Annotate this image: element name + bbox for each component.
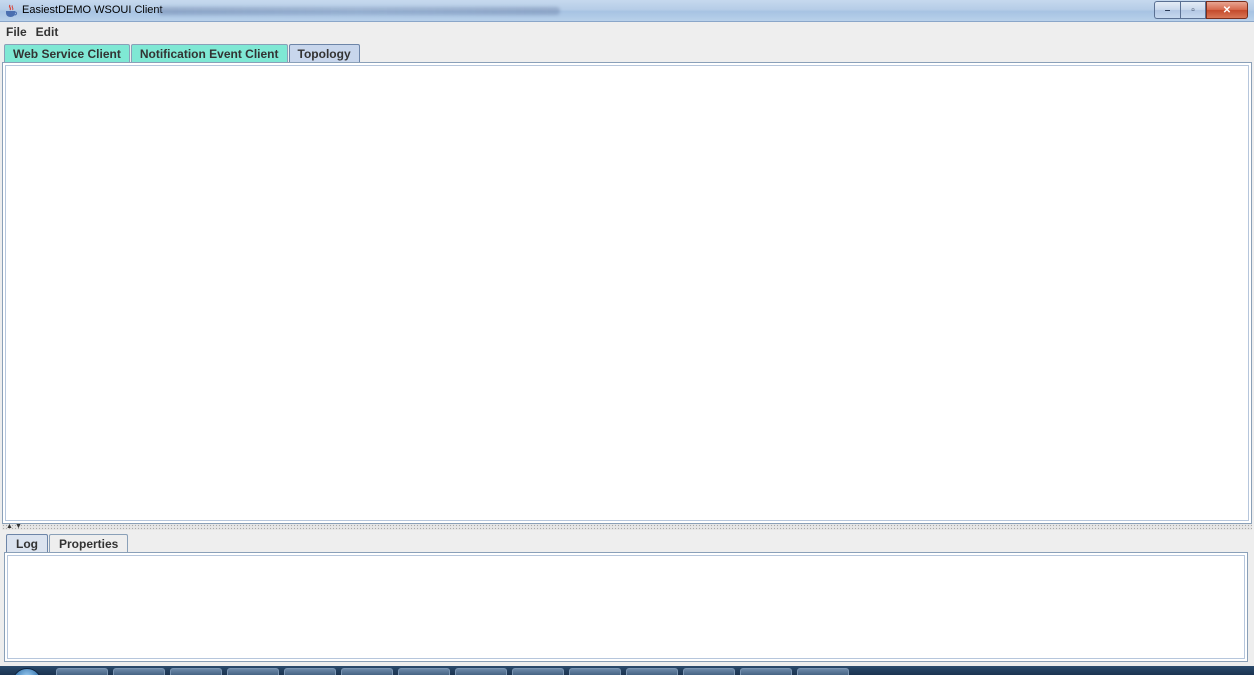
restore-icon[interactable]: ▫ [1180,1,1206,19]
topology-content-area [5,65,1249,521]
tab-topology[interactable]: Topology [288,44,360,62]
topology-panel [2,62,1252,524]
bottom-tab-strip: Log Properties [6,534,129,552]
log-panel [4,552,1248,662]
window-controls: – ▫ ✕ [1154,1,1248,19]
menu-edit[interactable]: Edit [36,25,59,39]
menu-bar: File Edit [0,22,1254,41]
taskbar-button[interactable] [626,668,678,675]
taskbar-button[interactable] [512,668,564,675]
close-glyph: ✕ [1222,4,1232,16]
taskbar-button[interactable] [227,668,279,675]
os-taskbar [0,666,1254,675]
tab-notification-event-client[interactable]: Notification Event Client [130,44,288,62]
taskbar-button[interactable] [569,668,621,675]
expand-down-icon[interactable]: ▼ [15,523,22,530]
close-icon[interactable]: ✕ [1206,1,1248,19]
taskbar-button[interactable] [341,668,393,675]
restore-glyph: ▫ [1191,4,1195,16]
tab-web-service-client[interactable]: Web Service Client [4,44,130,62]
taskbar-button[interactable] [284,668,336,675]
taskbar-button[interactable] [113,668,165,675]
minimize-icon[interactable]: – [1154,1,1180,19]
taskbar-button[interactable] [170,668,222,675]
application-window: EasiestDEMO WSOUI Client – ▫ ✕ File Edit… [0,0,1254,675]
main-tab-strip: Web Service Client Notification Event Cl… [4,44,361,62]
taskbar-button[interactable] [56,668,108,675]
taskbar-button[interactable] [455,668,507,675]
taskbar-button[interactable] [683,668,735,675]
log-text-area[interactable] [7,555,1245,659]
split-pane-divider[interactable]: ▲ ▼ [2,523,1252,530]
blurred-title-path [158,7,560,15]
tab-properties[interactable]: Properties [49,534,129,552]
title-bar[interactable]: EasiestDEMO WSOUI Client – ▫ ✕ [0,0,1254,22]
taskbar-button[interactable] [740,668,792,675]
minimize-glyph: – [1164,4,1171,16]
expand-up-icon[interactable]: ▲ [6,523,13,530]
taskbar-button[interactable] [398,668,450,675]
tab-log[interactable]: Log [6,534,48,552]
taskbar-button[interactable] [797,668,849,675]
start-button-icon[interactable] [12,668,42,675]
java-cup-icon [6,4,18,17]
window-title: EasiestDEMO WSOUI Client [22,4,163,16]
menu-file[interactable]: File [6,25,27,39]
splitter-arrows: ▲ ▼ [6,523,22,530]
